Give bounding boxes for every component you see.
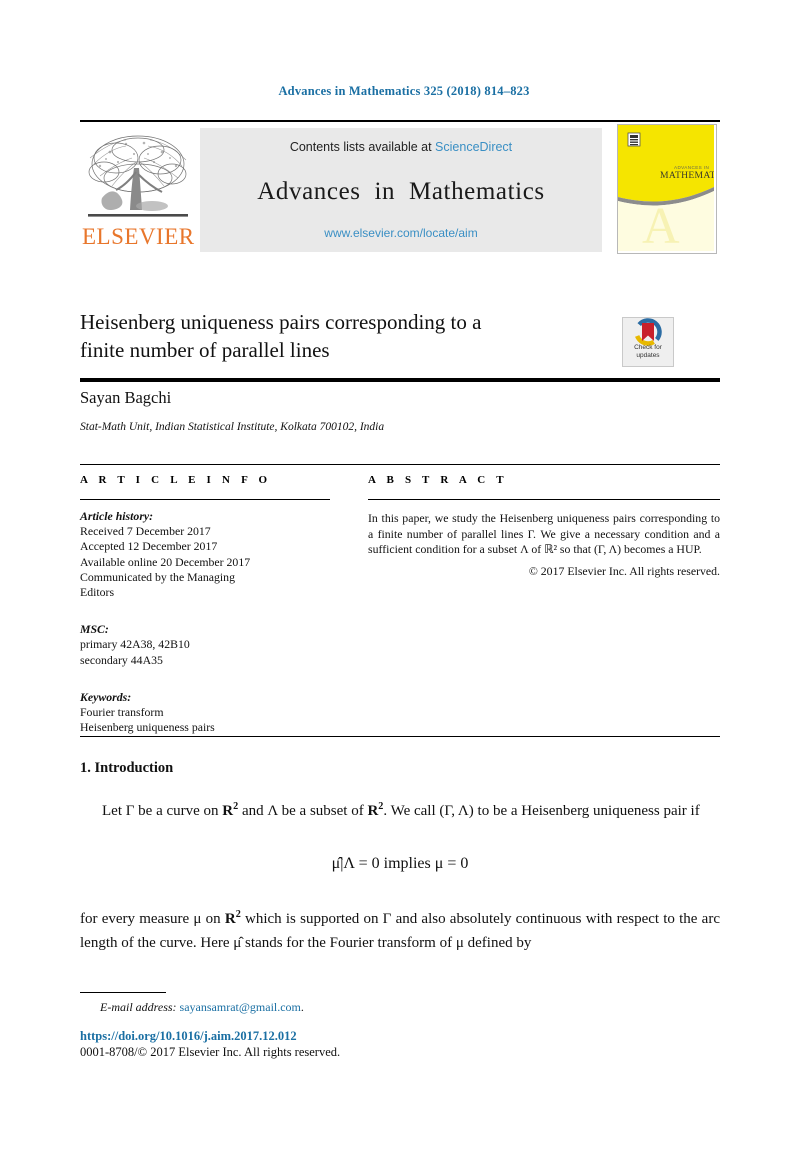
article-history-label: Article history: (80, 509, 154, 523)
email-link[interactable]: sayansamrat@gmail.com (180, 1000, 301, 1014)
article-history-item: Available online 20 December 2017 (80, 554, 251, 569)
section-heading-introduction: 1. Introduction (80, 760, 174, 776)
crossmark-badge-icon (634, 318, 662, 346)
keywords-label: Keywords: (80, 689, 132, 704)
issn-copyright-line: 0001-8708/© 2017 Elsevier Inc. All right… (80, 1045, 341, 1059)
crossmark-label: Check for updates (623, 344, 673, 359)
article-history-item: Received 7 December 2017 (80, 524, 211, 539)
title-block: Heisenberg uniqueness pairs correspondin… (80, 308, 620, 364)
journal-title-word-1: Advances (257, 178, 361, 205)
abstract-text: In this paper, we study the Heisenberg u… (368, 511, 720, 557)
article-history-item: Editors (80, 585, 115, 600)
masthead-top-rule (80, 120, 720, 122)
crossmark-label-line-1: Check for (634, 344, 662, 351)
svg-text:MATHEMATICS: MATHEMATICS (660, 170, 714, 181)
keyword-item: Fourier transform (80, 705, 164, 720)
paper-page: Advances in Mathematics 325 (2018) 814–8… (0, 0, 808, 1162)
masthead-panel: Contents lists available at ScienceDirec… (200, 128, 602, 252)
article-history-group: Article history: Received 7 December 201… (80, 509, 330, 600)
info-bottom-rule (80, 736, 720, 737)
article-info-divider (80, 499, 330, 500)
crossmark-badge[interactable]: Check for updates (622, 317, 674, 367)
doi-link[interactable]: https://doi.org/10.1016/j.aim.2017.12.01… (80, 1029, 297, 1044)
elsevier-tree-icon (82, 128, 194, 226)
introduction-paragraph-1: Let Γ be a curve on R2 and Λ be a subset… (80, 795, 720, 823)
crossmark-label-line-2: updates (636, 351, 660, 359)
intro-p2-part-a: for every measure μ on (80, 911, 225, 927)
introduction-paragraph-2: for every measure μ on R2 which is suppo… (80, 903, 720, 955)
journal-title-word-3: Mathematics (409, 178, 545, 205)
article-history-item: Accepted 12 December 2017 (80, 539, 218, 554)
msc-label: MSC: (80, 622, 109, 637)
real-plane-symbol: R2 (224, 909, 241, 927)
article-info-heading: A R T I C L E I N F O (80, 474, 272, 486)
email-footnote: E-mail address: sayansamrat@gmail.com. (100, 1000, 304, 1015)
contents-prefix: Contents lists available at (289, 140, 436, 154)
msc-group: MSC: primary 42A38, 42B10 secondary 44A3… (80, 622, 330, 668)
masthead-bottom-rule (80, 378, 720, 382)
paper-title-line-2: finite number of parallel lines (80, 338, 330, 362)
abstract-copyright: © 2017 Elsevier Inc. All rights reserved… (528, 563, 720, 578)
keyword-item: Heisenberg uniqueness pairs (80, 720, 215, 735)
paper-title-line-1: Heisenberg uniqueness pairs correspondin… (80, 310, 482, 334)
journal-masthead: ELSEVIER Contents lists available at Sci… (80, 120, 720, 382)
email-period: . (300, 1000, 304, 1014)
msc-item: primary 42A38, 42B10 (80, 637, 190, 652)
elsevier-wordmark: ELSEVIER (82, 224, 195, 249)
real-plane-symbol: R2 (222, 801, 239, 819)
email-label: E-mail address: (100, 1000, 177, 1014)
article-info-column: A R T I C L E I N F O Article history: R… (80, 474, 330, 735)
author-name: Sayan Bagchi (80, 388, 172, 407)
journal-cover-thumbnail: A ADVANCES IN MATHEMATICS (617, 124, 717, 254)
real-plane-symbol: R2 (367, 801, 384, 819)
intro-p1-part-c: . We call (Γ, Λ) to be a Heisenberg uniq… (383, 803, 700, 819)
abstract-heading: A B S T R A C T (368, 474, 508, 486)
sciencedirect-link[interactable]: ScienceDirect (435, 140, 512, 154)
msc-item: secondary 44A35 (80, 652, 163, 667)
contents-available-line: Contents lists available at ScienceDirec… (200, 140, 602, 154)
page-title: Heisenberg uniqueness pairs correspondin… (80, 308, 620, 364)
abstract-divider (368, 499, 720, 500)
author-affiliation: Stat-Math Unit, Indian Statistical Insti… (80, 421, 385, 433)
journal-title: Advances in Mathematics (200, 178, 602, 206)
info-top-rule (80, 464, 720, 465)
display-equation-1: μ̂|Λ = 0 implies μ = 0 (331, 855, 469, 872)
article-history-item: Communicated by the Managing (80, 569, 235, 584)
journal-title-word-2: in (374, 178, 396, 205)
elsevier-logo: ELSEVIER (82, 128, 194, 253)
abstract-column: A B S T R A C T In this paper, we study … (368, 474, 720, 579)
intro-p1-part-a: Let Γ be a curve on (102, 803, 223, 819)
footnote-rule (80, 992, 166, 993)
svg-text:A: A (642, 198, 680, 251)
journal-homepage-link[interactable]: www.elsevier.com/locate/aim (200, 226, 602, 240)
intro-p1-part-b: and Λ be a subset of (238, 803, 368, 819)
keywords-group: Keywords: Fourier transform Heisenberg u… (80, 690, 330, 736)
running-head: Advances in Mathematics 325 (2018) 814–8… (278, 84, 530, 98)
